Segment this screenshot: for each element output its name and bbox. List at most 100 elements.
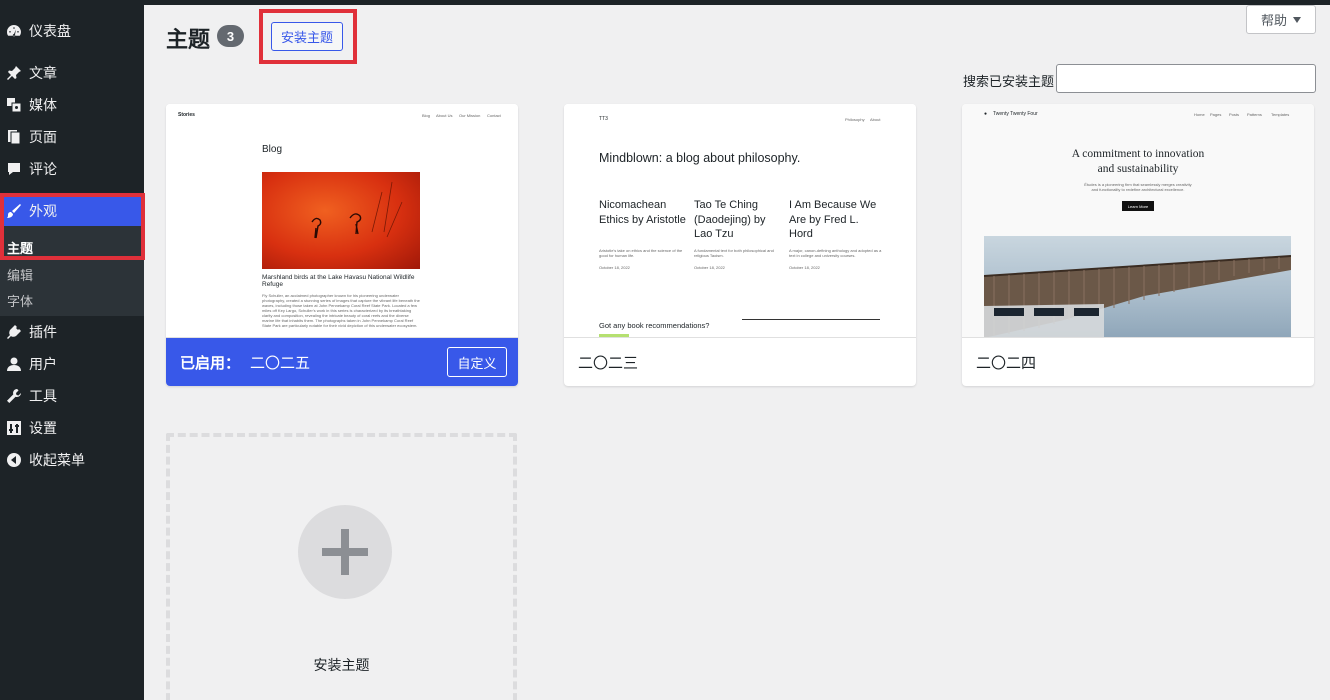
preview-nav-item: About Us: [436, 113, 453, 118]
plus-icon: [298, 505, 392, 599]
dashboard-icon: [3, 21, 25, 41]
preview-post-date: October 18, 2022: [789, 265, 820, 270]
menu-plugins[interactable]: 插件: [0, 316, 144, 348]
preview-nav-item: Philosophy: [845, 117, 865, 122]
preview-nav-item: About: [870, 117, 881, 122]
menu-label: 外观: [29, 203, 57, 219]
menu-label: 用户: [29, 356, 57, 372]
preview-post-excerpt: A major, canon-defining anthology and ad…: [789, 248, 882, 258]
preview-post-excerpt: A fundamental text for both philosophica…: [694, 248, 774, 258]
menu-tools[interactable]: 工具: [0, 380, 144, 412]
plugin-icon: [3, 322, 25, 342]
admin-sidebar: 仪表盘 文章 媒体 页面 评论 外观 主题 编辑 字体 插件 用户 工具 设置: [0, 0, 144, 700]
menu-label: 插件: [29, 324, 57, 340]
preview-nav-item: Pages: [1210, 112, 1222, 117]
menu-label: 设置: [29, 420, 57, 436]
menu-media[interactable]: 媒体: [0, 89, 144, 121]
add-new-theme-label: 安装主题: [313, 657, 370, 673]
comment-icon: [3, 159, 25, 179]
preview-nav-item: Our Mission: [459, 113, 481, 118]
search-label: 搜索已安装主题: [963, 74, 1055, 89]
theme-footer: 已启用： 二〇二五 自定义: [166, 338, 518, 386]
preview-heading: Blog: [262, 144, 283, 155]
theme-name: 二〇二四: [976, 354, 1037, 372]
preview-post-date: October 18, 2022: [694, 265, 725, 270]
menu-label: 页面: [29, 129, 57, 145]
theme-name: 二〇二五: [250, 355, 311, 372]
theme-footer: 二〇二四: [962, 338, 1314, 386]
submenu-editor[interactable]: 编辑: [7, 265, 33, 284]
preview-site-title: Stories: [178, 112, 195, 118]
preview-nav-item: Templates: [1271, 112, 1290, 117]
settings-icon: [3, 418, 25, 438]
preview-divider: [742, 319, 880, 320]
preview-post-excerpt: Aristotle's take on ethics and the scien…: [599, 248, 683, 258]
brush-icon: [3, 201, 25, 221]
page-title: 主题: [166, 27, 211, 52]
theme-screenshot[interactable]: TT3 Philosophy About Mindblown: a blog a…: [564, 104, 916, 338]
preview-site-title: Twenty Twenty Four: [993, 111, 1038, 117]
theme-count-badge: 3: [217, 25, 244, 47]
preview-heading-line2: and sustainability: [1097, 163, 1179, 175]
preview-body-text: Fly Schuller, an acclaimed photographer …: [262, 293, 420, 328]
preview-cta: Got any book recommendations?: [599, 321, 710, 330]
theme-footer: 二〇二三: [564, 338, 916, 386]
menu-label: 评论: [29, 161, 57, 177]
menu-label: 工具: [29, 388, 57, 404]
preview-heading-line1: A commitment to innovation: [1071, 148, 1205, 160]
admin-bar: [144, 0, 1330, 5]
menu-label: 收起菜单: [29, 452, 85, 468]
theme-card-twentytwentythree[interactable]: TT3 Philosophy About Mindblown: a blog a…: [564, 104, 916, 386]
user-icon: [3, 354, 25, 374]
help-button[interactable]: 帮助: [1246, 5, 1316, 34]
preview-heading: Mindblown: a blog about philosophy.: [599, 151, 801, 165]
preview-nav-item: Contact: [487, 113, 501, 118]
wrench-icon: [3, 386, 25, 406]
pin-icon: [3, 63, 25, 83]
preview-subtext: Études is a pioneering firm that seamles…: [1084, 182, 1192, 192]
preview-nav-item: Home: [1194, 112, 1205, 117]
preview-learn-more-button: Learn More: [1122, 201, 1154, 211]
customize-button[interactable]: 自定义: [447, 347, 507, 377]
preview-nav-item: Posts: [1229, 112, 1240, 117]
menu-appearance[interactable]: 外观: [0, 195, 144, 227]
add-theme-button[interactable]: 安装主题: [271, 22, 343, 51]
preview-post-date: October 18, 2022: [599, 265, 630, 270]
media-icon: [3, 95, 25, 115]
preview-caption: Marshland birds at the Lake Havasu Natio…: [262, 274, 415, 288]
menu-label: 仪表盘: [29, 23, 71, 39]
theme-card-twentytwentyfour[interactable]: ● Twenty Twenty Four Home Pages Posts Pa…: [962, 104, 1314, 386]
menu-collapse[interactable]: 收起菜单: [0, 444, 144, 476]
theme-screenshot[interactable]: Stories Blog About Us Our Mission Contac…: [166, 104, 518, 338]
menu-posts[interactable]: 文章: [0, 57, 144, 89]
preview-accent-bar: [599, 334, 629, 337]
menu-settings[interactable]: 设置: [0, 412, 144, 444]
appearance-submenu: 主题 编辑 字体: [0, 226, 144, 316]
preview-site-title: TT3: [599, 116, 608, 122]
preview-post-title: Tao Te Ching (Daodejing) by Lao Tzu: [694, 199, 766, 240]
active-theme-label: 已启用：: [180, 355, 241, 372]
menu-dashboard[interactable]: 仪表盘: [0, 15, 144, 47]
menu-label: 文章: [29, 65, 57, 81]
caret-down-icon: [1293, 16, 1301, 23]
preview-nav-item: Blog: [422, 113, 431, 118]
submenu-themes[interactable]: 主题: [7, 238, 33, 257]
help-label: 帮助: [1260, 13, 1287, 28]
menu-users[interactable]: 用户: [0, 348, 144, 380]
menu-comments[interactable]: 评论: [0, 153, 144, 185]
theme-screenshot[interactable]: ● Twenty Twenty Four Home Pages Posts Pa…: [962, 104, 1314, 338]
preview-nav-item: Patterns: [1247, 112, 1262, 117]
preview-post-title: I Am Because We Are by Fred L. Hord: [789, 199, 877, 240]
add-new-theme-card[interactable]: 安装主题: [166, 433, 517, 700]
preview-logo-dot: ●: [984, 111, 988, 117]
preview-bird-photo: [262, 172, 420, 269]
submenu-fonts[interactable]: 字体: [7, 291, 33, 310]
search-input[interactable]: [1056, 64, 1316, 93]
menu-pages[interactable]: 页面: [0, 121, 144, 153]
pages-icon: [3, 127, 25, 147]
theme-card-twentytwentyfive[interactable]: Stories Blog About Us Our Mission Contac…: [166, 104, 518, 386]
collapse-icon: [3, 450, 25, 470]
preview-architecture-photo: [984, 236, 1291, 337]
theme-name: 二〇二三: [578, 354, 639, 372]
menu-label: 媒体: [29, 97, 57, 113]
